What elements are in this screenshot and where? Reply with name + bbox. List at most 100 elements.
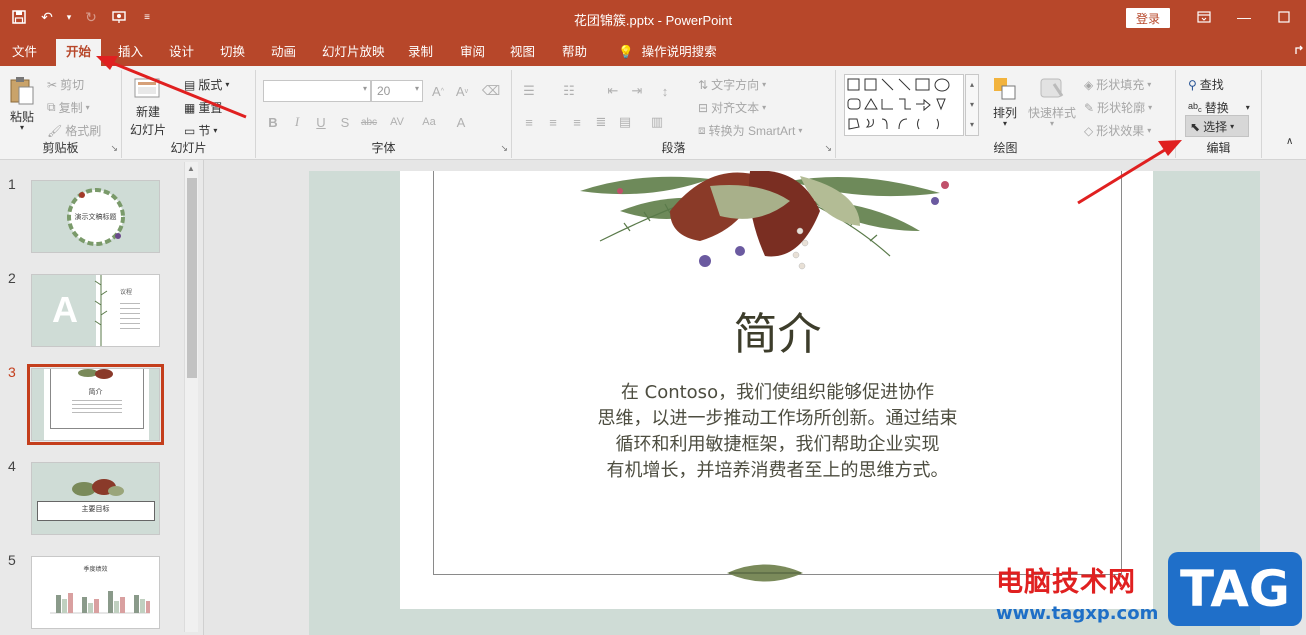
thumbnail-slide-4[interactable]: 主要目标 xyxy=(31,462,160,535)
paragraph-launcher-icon[interactable]: ↘ xyxy=(824,143,832,154)
text-direction-button[interactable]: ⇅ 文字方向 ▾ xyxy=(698,76,766,93)
tab-slideshow[interactable]: 幻灯片放映 xyxy=(312,39,395,66)
shapes-gallery[interactable] xyxy=(844,74,964,136)
ribbon-display-options-icon[interactable] xyxy=(1184,4,1224,30)
strikethrough-icon[interactable]: abc xyxy=(360,113,378,131)
decrease-font-icon[interactable]: Av xyxy=(453,82,471,100)
pen-icon: ✎ xyxy=(1084,100,1095,115)
layout-button[interactable]: ▤ 版式 ▾ xyxy=(184,76,229,93)
underline-icon[interactable]: U xyxy=(312,113,330,131)
section-icon: ▭ xyxy=(184,123,196,138)
maximize-icon[interactable] xyxy=(1264,4,1304,30)
tab-record[interactable]: 录制 xyxy=(398,39,443,66)
shape-outline-label: 形状轮廓 xyxy=(1097,101,1146,115)
section-button[interactable]: ▭ 节 ▾ xyxy=(184,122,217,139)
align-right-icon[interactable]: ≡ xyxy=(568,113,586,131)
reset-label: 重置 xyxy=(198,101,223,115)
copy-button[interactable]: ⧉ 复制 ▾ xyxy=(47,99,90,116)
thumbnail-scrollbar[interactable]: ▲ xyxy=(184,162,198,632)
slides-group-label: 幻灯片 xyxy=(170,141,207,155)
thumbnail-slide-3[interactable]: 简介 xyxy=(27,364,164,445)
share-icon[interactable] xyxy=(1284,39,1306,66)
thumbnail-slide-2[interactable]: A 议程 xyxy=(31,274,160,347)
tab-review[interactable]: 审阅 xyxy=(450,39,495,66)
replace-button[interactable]: abc 替换 ▾ xyxy=(1188,99,1250,116)
ribbon: 粘贴 ▾ ✂ 剪切 ⧉ 复制 ▾ 🖌 格式刷 剪贴板 ↘ 新建 幻灯片 ▤ 版式 ▾ ▦ 重置… xyxy=(0,66,1306,160)
paragraph-group: ☰ ☷ ⇤ ⇥ ↕ ≡ ≡ ≡ ≣ ▤ ▥ ⇅ 文字方向 ▾ ⊟ 对齐文本 ▾ ⧈ 转换为… xyxy=(512,70,836,158)
tab-file[interactable]: 文件 xyxy=(2,39,47,66)
tell-me-search[interactable]: 💡 操作说明搜索 xyxy=(608,39,727,66)
font-color-icon[interactable]: A xyxy=(452,113,470,131)
cut-button[interactable]: ✂ 剪切 xyxy=(47,76,84,93)
format-painter-button[interactable]: 🖌 格式刷 xyxy=(47,122,101,139)
distributed-icon[interactable]: ▤ xyxy=(616,113,634,131)
find-icon: ⚲ xyxy=(1188,77,1197,92)
scroll-up-icon[interactable]: ▲ xyxy=(187,164,195,173)
bold-icon[interactable]: B xyxy=(264,113,282,131)
thumbnail-slide-1[interactable]: 演示文稿标题 xyxy=(31,180,160,253)
align-center-icon[interactable]: ≡ xyxy=(544,113,562,131)
change-case-icon[interactable]: Aa xyxy=(420,113,438,131)
increase-font-icon[interactable]: A ^ xyxy=(429,82,447,100)
align-text-dropdown-icon: ▾ xyxy=(762,103,767,112)
thumb-title: 季度绩效 xyxy=(83,567,108,573)
arrange-button[interactable]: 排列 ▾ xyxy=(992,76,1018,128)
line-spacing-icon[interactable]: ↕ xyxy=(656,82,674,100)
arrange-icon xyxy=(994,78,1016,100)
thumbnail-slide-5[interactable]: 季度绩效 xyxy=(31,556,160,629)
tab-transitions[interactable]: 切换 xyxy=(210,39,255,66)
tab-insert[interactable]: 插入 xyxy=(108,39,153,66)
text-direction-icon: ⇅ xyxy=(698,77,709,92)
cut-label: 剪切 xyxy=(60,78,85,92)
login-button[interactable]: 登录 xyxy=(1126,8,1170,28)
slide-thumbnails-pane: 1 演示文稿标题 2 A 议程 3 简介 4 主要目标 5 季度绩效 ▲ xyxy=(0,160,204,635)
tab-home[interactable]: 开始 xyxy=(56,39,102,66)
columns-icon[interactable]: ▥ xyxy=(648,113,666,131)
font-size-box[interactable]: 20 ▾ xyxy=(371,80,423,102)
slides-group: 新建 幻灯片 ▤ 版式 ▾ ▦ 重置 ▭ 节 ▾ 幻灯片 xyxy=(122,70,256,158)
slide-title[interactable]: 简介 xyxy=(433,298,1122,362)
text-shadow-icon[interactable]: S xyxy=(336,113,354,131)
decrease-indent-icon[interactable]: ⇤ xyxy=(604,82,622,100)
character-spacing-icon[interactable]: AV xyxy=(388,113,406,131)
paste-button[interactable]: 粘贴 ▾ xyxy=(8,76,36,132)
clear-formatting-icon[interactable]: ⌫ xyxy=(482,82,500,100)
shape-outline-button[interactable]: ✎ 形状轮廓 ▾ xyxy=(1084,99,1152,116)
clipboard-group-label: 剪贴板 xyxy=(42,141,79,155)
reset-icon: ▦ xyxy=(184,100,196,115)
quick-styles-button[interactable]: 快速样式 ▾ xyxy=(1028,76,1076,128)
justify-icon[interactable]: ≣ xyxy=(592,113,610,131)
new-slide-button[interactable]: 新建 幻灯片 xyxy=(130,76,166,138)
thumb-letter-a: A xyxy=(52,289,78,330)
tab-view[interactable]: 视图 xyxy=(500,39,545,66)
text-direction-label: 文字方向 xyxy=(711,78,760,92)
convert-smartart-button[interactable]: ⧈ 转换为 SmartArt ▾ xyxy=(698,122,802,139)
minimize-icon[interactable]: — xyxy=(1224,4,1264,30)
font-name-box[interactable]: ▾ xyxy=(263,80,371,102)
select-button[interactable]: ⬉ 选择 ▾ xyxy=(1190,118,1234,135)
increase-indent-icon[interactable]: ⇥ xyxy=(628,82,646,100)
copy-icon: ⧉ xyxy=(47,100,56,114)
shapes-scroll[interactable]: ▴ ▾ ▾ xyxy=(965,74,979,136)
tab-help[interactable]: 帮助 xyxy=(552,39,597,66)
shape-fill-button[interactable]: ◈ 形状填充 ▾ xyxy=(1084,76,1151,93)
drawing-launcher-icon[interactable]: ↘ xyxy=(1164,143,1172,154)
clipboard-launcher-icon[interactable]: ↘ xyxy=(110,143,118,154)
thumb-number: 3 xyxy=(8,364,16,380)
shape-effects-button[interactable]: ◇ 形状效果 ▾ xyxy=(1084,122,1151,139)
leaf-bottom-decoration xyxy=(727,564,803,582)
align-left-icon[interactable]: ≡ xyxy=(520,113,538,131)
numbering-icon[interactable]: ☷ xyxy=(560,82,578,100)
collapse-ribbon-icon[interactable]: ∧ xyxy=(1286,136,1293,147)
scrollbar-thumb[interactable] xyxy=(187,178,197,378)
find-button[interactable]: ⚲ 查找 xyxy=(1188,76,1224,93)
fern-decoration xyxy=(94,275,108,346)
slide-body-text[interactable]: 在 Contoso，我们使组织能够促进协作 思维，以进一步推动工作场所创新。通过… xyxy=(535,380,1020,484)
font-launcher-icon[interactable]: ↘ xyxy=(500,143,508,154)
bullets-icon[interactable]: ☰ xyxy=(520,82,538,100)
reset-button[interactable]: ▦ 重置 xyxy=(184,99,222,116)
align-text-button[interactable]: ⊟ 对齐文本 ▾ xyxy=(698,99,766,116)
tab-animations[interactable]: 动画 xyxy=(261,39,306,66)
tab-design[interactable]: 设计 xyxy=(159,39,204,66)
italic-icon[interactable]: I xyxy=(288,113,306,131)
